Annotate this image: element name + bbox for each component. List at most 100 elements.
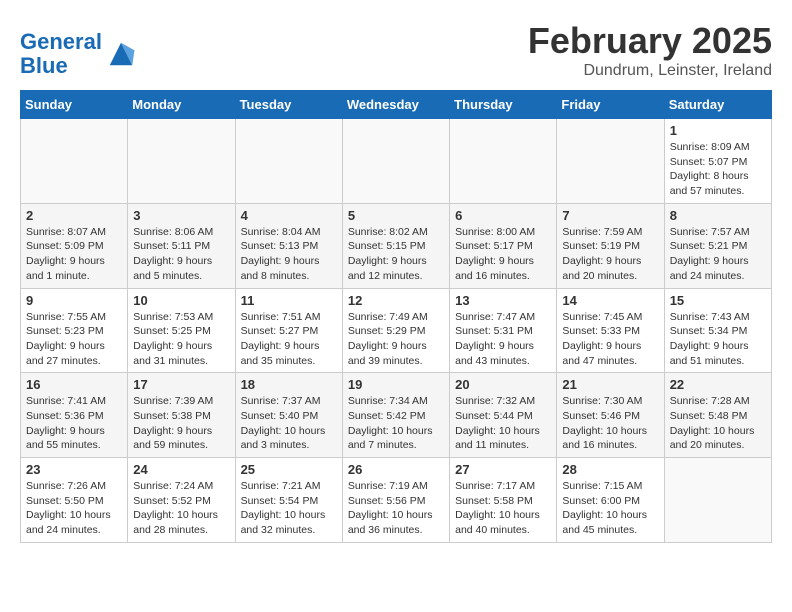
day-number: 15 xyxy=(670,293,766,308)
day-number: 10 xyxy=(133,293,229,308)
day-number: 27 xyxy=(455,462,551,477)
logo-line1: General xyxy=(20,29,102,54)
day-info: Sunrise: 7:53 AM Sunset: 5:25 PM Dayligh… xyxy=(133,310,229,369)
day-info: Sunrise: 8:09 AM Sunset: 5:07 PM Dayligh… xyxy=(670,140,766,199)
day-info: Sunrise: 7:45 AM Sunset: 5:33 PM Dayligh… xyxy=(562,310,658,369)
day-number: 25 xyxy=(241,462,337,477)
day-info: Sunrise: 8:00 AM Sunset: 5:17 PM Dayligh… xyxy=(455,225,551,284)
calendar-cell xyxy=(128,119,235,204)
day-number: 26 xyxy=(348,462,444,477)
calendar-cell: 26 Sunrise: 7:19 AM Sunset: 5:56 PM Dayli… xyxy=(342,458,449,543)
calendar-cell: 20 Sunrise: 7:32 AM Sunset: 5:44 PM Dayli… xyxy=(450,373,557,458)
day-number: 21 xyxy=(562,377,658,392)
day-info: Sunrise: 7:34 AM Sunset: 5:42 PM Dayligh… xyxy=(348,394,444,453)
day-info: Sunrise: 7:32 AM Sunset: 5:44 PM Dayligh… xyxy=(455,394,551,453)
calendar-cell: 18 Sunrise: 7:37 AM Sunset: 5:40 PM Dayli… xyxy=(235,373,342,458)
day-number: 5 xyxy=(348,208,444,223)
day-info: Sunrise: 8:02 AM Sunset: 5:15 PM Dayligh… xyxy=(348,225,444,284)
calendar-cell: 2Sunrise: 8:07 AM Sunset: 5:09 PM Daylig… xyxy=(21,203,128,288)
day-number: 13 xyxy=(455,293,551,308)
calendar-cell: 24 Sunrise: 7:24 AM Sunset: 5:52 PM Dayli… xyxy=(128,458,235,543)
calendar-cell: 13 Sunrise: 7:47 AM Sunset: 5:31 PM Dayli… xyxy=(450,288,557,373)
day-info: Sunrise: 7:47 AM Sunset: 5:31 PM Dayligh… xyxy=(455,310,551,369)
day-number: 16 xyxy=(26,377,122,392)
day-info: Sunrise: 7:55 AM Sunset: 5:23 PM Dayligh… xyxy=(26,310,122,369)
calendar-cell: 19 Sunrise: 7:34 AM Sunset: 5:42 PM Dayli… xyxy=(342,373,449,458)
day-number: 14 xyxy=(562,293,658,308)
day-number: 12 xyxy=(348,293,444,308)
month-year: February 2025 xyxy=(528,20,772,62)
day-number: 18 xyxy=(241,377,337,392)
day-info: Sunrise: 7:43 AM Sunset: 5:34 PM Dayligh… xyxy=(670,310,766,369)
calendar-cell: 1Sunrise: 8:09 AM Sunset: 5:07 PM Daylig… xyxy=(664,119,771,204)
calendar-cell: 3 Sunrise: 8:06 AM Sunset: 5:11 PM Daylig… xyxy=(128,203,235,288)
logo: General Blue xyxy=(20,30,136,78)
weekday-header-wednesday: Wednesday xyxy=(342,91,449,119)
weekday-header-saturday: Saturday xyxy=(664,91,771,119)
day-number: 8 xyxy=(670,208,766,223)
calendar-cell: 11 Sunrise: 7:51 AM Sunset: 5:27 PM Dayli… xyxy=(235,288,342,373)
calendar-cell: 15 Sunrise: 7:43 AM Sunset: 5:34 PM Dayli… xyxy=(664,288,771,373)
calendar-cell: 14 Sunrise: 7:45 AM Sunset: 5:33 PM Dayli… xyxy=(557,288,664,373)
calendar-cell xyxy=(450,119,557,204)
weekday-header-tuesday: Tuesday xyxy=(235,91,342,119)
day-info: Sunrise: 8:07 AM Sunset: 5:09 PM Dayligh… xyxy=(26,225,122,284)
day-info: Sunrise: 7:26 AM Sunset: 5:50 PM Dayligh… xyxy=(26,479,122,538)
calendar-cell: 23 Sunrise: 7:26 AM Sunset: 5:50 PM Dayli… xyxy=(21,458,128,543)
logo-line2-text: Blue xyxy=(20,54,102,78)
week-row-4: 16 Sunrise: 7:41 AM Sunset: 5:36 PM Dayli… xyxy=(21,373,772,458)
calendar-cell: 22 Sunrise: 7:28 AM Sunset: 5:48 PM Dayli… xyxy=(664,373,771,458)
day-info: Sunrise: 7:24 AM Sunset: 5:52 PM Dayligh… xyxy=(133,479,229,538)
day-info: Sunrise: 7:15 AM Sunset: 6:00 PM Dayligh… xyxy=(562,479,658,538)
day-info: Sunrise: 7:17 AM Sunset: 5:58 PM Dayligh… xyxy=(455,479,551,538)
day-number: 4 xyxy=(241,208,337,223)
week-row-5: 23 Sunrise: 7:26 AM Sunset: 5:50 PM Dayli… xyxy=(21,458,772,543)
calendar-cell: 9Sunrise: 7:55 AM Sunset: 5:23 PM Daylig… xyxy=(21,288,128,373)
weekday-header-friday: Friday xyxy=(557,91,664,119)
calendar-cell: 12Sunrise: 7:49 AM Sunset: 5:29 PM Dayli… xyxy=(342,288,449,373)
calendar-cell: 17Sunrise: 7:39 AM Sunset: 5:38 PM Dayli… xyxy=(128,373,235,458)
title-area: February 2025 Dundrum, Leinster, Ireland xyxy=(528,20,772,80)
week-row-2: 2Sunrise: 8:07 AM Sunset: 5:09 PM Daylig… xyxy=(21,203,772,288)
header: General Blue February 2025 Dundrum, Lein… xyxy=(20,20,772,80)
calendar-cell xyxy=(342,119,449,204)
calendar-cell: 25 Sunrise: 7:21 AM Sunset: 5:54 PM Dayli… xyxy=(235,458,342,543)
day-info: Sunrise: 7:41 AM Sunset: 5:36 PM Dayligh… xyxy=(26,394,122,453)
day-number: 7 xyxy=(562,208,658,223)
week-row-3: 9Sunrise: 7:55 AM Sunset: 5:23 PM Daylig… xyxy=(21,288,772,373)
calendar-cell: 28 Sunrise: 7:15 AM Sunset: 6:00 PM Dayli… xyxy=(557,458,664,543)
day-number: 19 xyxy=(348,377,444,392)
calendar-cell: 6 Sunrise: 8:00 AM Sunset: 5:17 PM Daylig… xyxy=(450,203,557,288)
day-info: Sunrise: 7:19 AM Sunset: 5:56 PM Dayligh… xyxy=(348,479,444,538)
calendar-cell: 16 Sunrise: 7:41 AM Sunset: 5:36 PM Dayli… xyxy=(21,373,128,458)
weekday-header-monday: Monday xyxy=(128,91,235,119)
day-number: 11 xyxy=(241,293,337,308)
day-number: 17 xyxy=(133,377,229,392)
day-number: 6 xyxy=(455,208,551,223)
calendar-cell: 21 Sunrise: 7:30 AM Sunset: 5:46 PM Dayli… xyxy=(557,373,664,458)
day-number: 24 xyxy=(133,462,229,477)
calendar-cell xyxy=(235,119,342,204)
day-info: Sunrise: 7:59 AM Sunset: 5:19 PM Dayligh… xyxy=(562,225,658,284)
day-number: 3 xyxy=(133,208,229,223)
calendar-cell xyxy=(21,119,128,204)
day-info: Sunrise: 8:06 AM Sunset: 5:11 PM Dayligh… xyxy=(133,225,229,284)
calendar-cell: 8Sunrise: 7:57 AM Sunset: 5:21 PM Daylig… xyxy=(664,203,771,288)
day-number: 28 xyxy=(562,462,658,477)
day-info: Sunrise: 8:04 AM Sunset: 5:13 PM Dayligh… xyxy=(241,225,337,284)
location: Dundrum, Leinster, Ireland xyxy=(528,62,772,80)
day-number: 22 xyxy=(670,377,766,392)
day-info: Sunrise: 7:21 AM Sunset: 5:54 PM Dayligh… xyxy=(241,479,337,538)
day-number: 23 xyxy=(26,462,122,477)
day-info: Sunrise: 7:28 AM Sunset: 5:48 PM Dayligh… xyxy=(670,394,766,453)
day-info: Sunrise: 7:37 AM Sunset: 5:40 PM Dayligh… xyxy=(241,394,337,453)
calendar-cell: 4 Sunrise: 8:04 AM Sunset: 5:13 PM Daylig… xyxy=(235,203,342,288)
calendar-cell xyxy=(664,458,771,543)
weekday-header-row: SundayMondayTuesdayWednesdayThursdayFrid… xyxy=(21,91,772,119)
calendar-cell: 7 Sunrise: 7:59 AM Sunset: 5:19 PM Daylig… xyxy=(557,203,664,288)
day-info: Sunrise: 7:51 AM Sunset: 5:27 PM Dayligh… xyxy=(241,310,337,369)
calendar-cell xyxy=(557,119,664,204)
day-number: 20 xyxy=(455,377,551,392)
weekday-header-thursday: Thursday xyxy=(450,91,557,119)
day-info: Sunrise: 7:30 AM Sunset: 5:46 PM Dayligh… xyxy=(562,394,658,453)
